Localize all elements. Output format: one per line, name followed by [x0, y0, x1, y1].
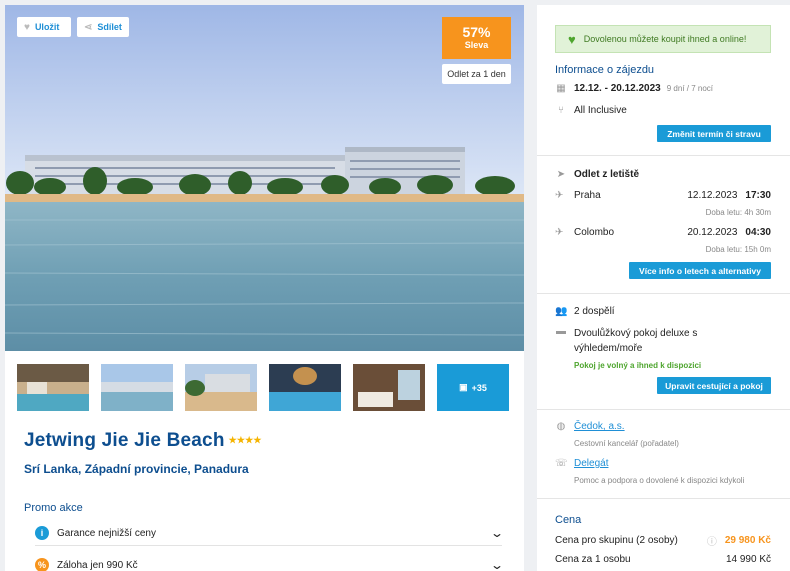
gallery-thumbnail[interactable] — [353, 364, 425, 411]
users-icon: 👥 — [555, 306, 568, 317]
edit-travellers-button[interactable]: Upravit cestující a pokoj — [657, 377, 771, 394]
flight-city: Praha — [574, 190, 601, 201]
trip-info-title: Informace o zájezdu — [555, 64, 655, 76]
chevron-down-icon[interactable]: ⌄ — [490, 526, 504, 540]
support-icon: ☏ — [555, 458, 568, 469]
divider — [537, 498, 790, 499]
departure-badge: Odlet za 1 den — [442, 64, 511, 84]
booking-sidebar: ♥ Dovolenou můžete koupit ihned a online… — [537, 5, 790, 571]
price-person-value: 14 990 Kč — [725, 554, 771, 565]
navigation-arrow-icon: ➤ — [556, 169, 566, 180]
flight-outbound: ✈ Praha 12.12.2023 17:30 — [555, 190, 771, 201]
star-rating: ★★★★ — [228, 435, 262, 445]
promo-item-deposit[interactable]: % Záloha jen 990 Kč ⌄ — [35, 553, 504, 571]
departure-airport-header: ➤ Odlet z letiště — [555, 169, 771, 180]
divider — [35, 545, 502, 546]
hero-photo[interactable]: ♥ Uložit ⋖ Sdílet 57% Sleva Odlet za 1 d… — [5, 5, 524, 351]
globe-icon: ◍ — [556, 421, 566, 432]
share-button[interactable]: ⋖ Sdílet — [77, 17, 129, 37]
gallery-thumbnail[interactable] — [17, 364, 89, 411]
price-person-label: Cena za 1 osobu — [555, 554, 631, 565]
price-group-label: Cena pro skupinu (2 osoby) — [555, 535, 678, 546]
hotel-title: Jetwing Jie Jie Beach ★★★★ — [24, 430, 262, 452]
gallery-thumbnail[interactable] — [101, 364, 173, 411]
bed-icon: ▬ — [556, 326, 566, 337]
save-label: Uložit — [34, 22, 60, 32]
tour-operator: ◍ Čedok, a.s. — [555, 421, 771, 432]
flight-time: 17:30 — [745, 190, 771, 201]
flight-duration: Doba letu: 4h 30m — [705, 208, 771, 217]
trip-dates: ▦ 12.12. - 20.12.2023 9 dní / 7 nocí — [555, 83, 771, 94]
gallery-more-label: +35 — [471, 382, 487, 393]
room-availability: Pokoj je volný a ihned k dispozici — [574, 361, 702, 370]
agency-description: Cestovní kancelář (pořadatel) — [574, 439, 679, 448]
agency-link[interactable]: Čedok, a.s. — [574, 421, 625, 432]
board-type: ⑂ All Inclusive — [555, 105, 771, 116]
share-icon: ⋖ — [84, 21, 93, 33]
plane-landing-icon: ✈ — [555, 227, 564, 238]
percent-icon: % — [35, 558, 49, 571]
flight-duration: Doba letu: 15h 0m — [705, 245, 771, 254]
gallery-thumbnail[interactable] — [269, 364, 341, 411]
save-button[interactable]: ♥ Uložit — [17, 17, 71, 37]
promo-item-label: Garance nejnižší ceny — [57, 527, 156, 539]
room-type: ▬ Dvoulůžkový pokoj deluxe s výhledem/mo… — [555, 326, 771, 356]
info-icon[interactable]: ⓘ — [707, 533, 717, 548]
promo-item-price-guarantee[interactable]: i Garance nejnižší ceny ⌄ — [35, 521, 504, 545]
gallery-icon: ▣ — [459, 382, 468, 392]
cutlery-icon: ⑂ — [558, 105, 564, 116]
heart-icon: ♥ — [24, 21, 30, 33]
flight-time: 04:30 — [745, 227, 771, 238]
hotel-name: Jetwing Jie Jie Beach — [24, 430, 225, 451]
flight-return: ✈ Colombo 20.12.2023 04:30 — [555, 227, 771, 238]
board-value: All Inclusive — [574, 105, 627, 116]
flight-date: 20.12.2023 — [687, 227, 738, 238]
divider — [537, 409, 790, 410]
delegate-description: Pomoc a podpora o dovolené k dispozici k… — [574, 476, 745, 485]
price-title: Cena — [555, 514, 582, 526]
flight-info-button[interactable]: Více info o letech a alternativy — [629, 262, 771, 279]
chevron-down-icon[interactable]: ⌄ — [490, 558, 504, 571]
divider — [537, 155, 790, 156]
travellers-value: 2 dospělí — [574, 306, 615, 317]
promo-item-label: Záloha jen 990 Kč — [57, 559, 138, 571]
duration-value: 9 dní / 7 nocí — [666, 84, 714, 93]
divider — [537, 293, 790, 294]
flight-city: Colombo — [574, 227, 615, 238]
room-line-2: výhledem/moře — [574, 343, 643, 354]
share-label: Sdílet — [97, 22, 122, 32]
heart-icon: ♥ — [568, 31, 576, 47]
notice-text: Dovolenou můžete koupit ihned a online! — [583, 34, 747, 44]
hotel-location: Srí Lanka, Západní provincie, Panadura — [24, 462, 249, 476]
change-date-button[interactable]: Změnit termín či stravu — [657, 125, 771, 142]
discount-badge: 57% Sleva — [442, 17, 511, 59]
departure-label: Odlet z letiště — [574, 169, 640, 180]
promo-title: Promo akce — [24, 502, 83, 514]
online-purchase-notice: ♥ Dovolenou můžete koupit ihned a online… — [555, 25, 771, 53]
gallery-more-button[interactable]: ▣ +35 — [437, 364, 509, 411]
delegate: ☏ Delegát — [555, 458, 771, 469]
info-icon: i — [35, 526, 49, 540]
flight-date: 12.12.2023 — [687, 190, 738, 201]
discount-percent: 57% — [462, 24, 491, 40]
discount-label: Sleva — [464, 40, 489, 50]
dates-value: 12.12. - 20.12.2023 — [574, 83, 661, 94]
gallery-thumbnail[interactable] — [185, 364, 257, 411]
price-per-person: Cena za 1 osobu 14 990 Kč — [555, 554, 771, 565]
plane-takeoff-icon: ✈ — [555, 190, 564, 201]
price-group: Cena pro skupinu (2 osoby) ⓘ 29 980 Kč — [555, 533, 771, 548]
travellers: 👥 2 dospělí — [555, 306, 771, 317]
gallery-thumbnails: ▣ +35 — [17, 364, 509, 411]
calendar-icon: ▦ — [556, 83, 566, 94]
room-line-1: Dvoulůžkový pokoj deluxe s — [574, 328, 698, 339]
delegate-link[interactable]: Delegát — [574, 458, 608, 469]
price-group-value: 29 980 Kč — [724, 535, 771, 546]
offer-main-panel: ♥ Uložit ⋖ Sdílet 57% Sleva Odlet za 1 d… — [5, 5, 524, 571]
